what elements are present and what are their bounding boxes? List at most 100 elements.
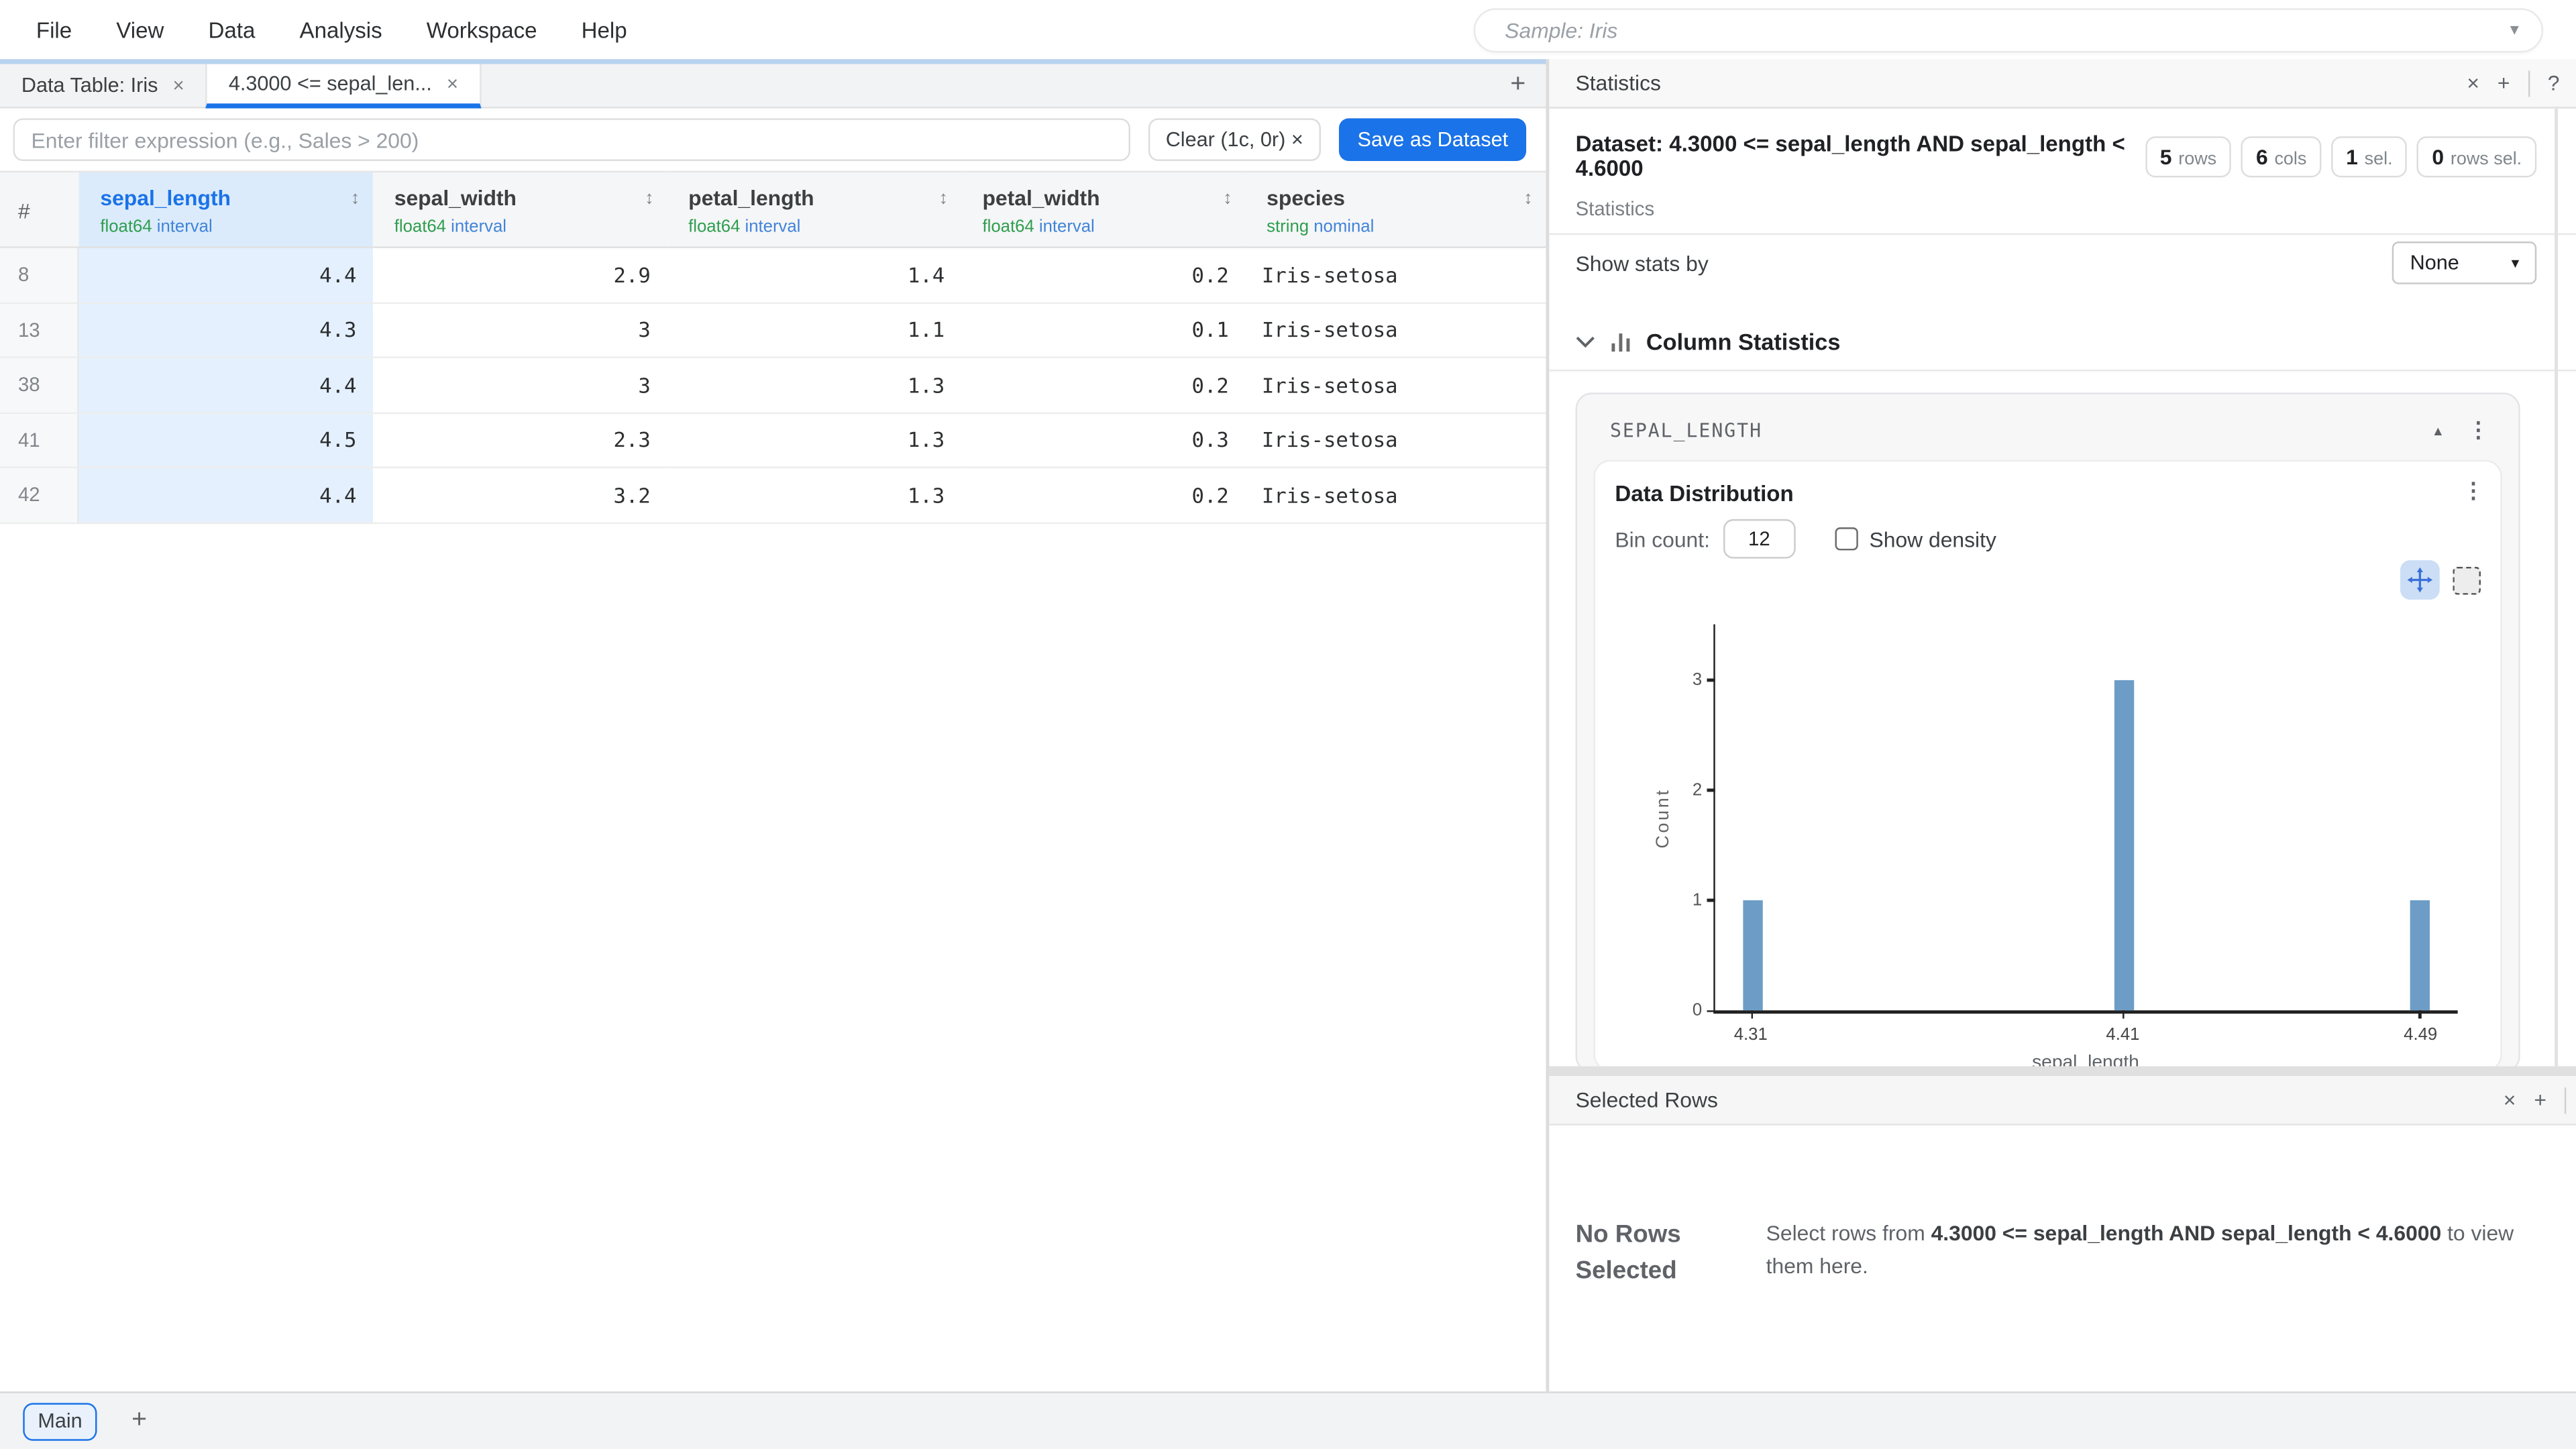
y-tick-label: 2 <box>1693 780 1702 800</box>
row-index[interactable]: 8 <box>0 248 79 303</box>
table-cell[interactable]: Iris-setosa <box>1245 468 1546 523</box>
x-tick-mark <box>1751 1010 1754 1018</box>
table-cell[interactable]: 1.3 <box>667 413 961 468</box>
table-cell[interactable]: 2.3 <box>373 413 667 468</box>
add-workspace-button[interactable]: + <box>131 1406 147 1436</box>
kebab-menu-icon[interactable]: ⋮ <box>2463 478 2484 504</box>
column-kind: interval <box>745 217 800 236</box>
clear-filter-button[interactable]: Clear (1c, 0r) × <box>1148 118 1322 161</box>
menu-items: File View Data Analysis Workspace Help <box>36 17 627 42</box>
column-header-sepal-width[interactable]: sepal_width ↕ float64 interval <box>373 171 667 248</box>
table-cell[interactable]: 1.3 <box>667 358 961 413</box>
table-cell[interactable]: 3 <box>373 358 667 413</box>
tabstrip-spacer <box>481 64 1490 107</box>
filter-expression-input[interactable] <box>13 118 1130 161</box>
save-as-dataset-button[interactable]: Save as Dataset <box>1340 118 1526 161</box>
add-tab-button[interactable]: + <box>1490 64 1546 107</box>
show-stats-by-select[interactable]: None ▼ <box>2392 241 2537 284</box>
work-area: Data Table: Iris × 4.3000 <= sepal_len..… <box>0 59 2576 1391</box>
statistics-panel: Statistics × + ? Dataset: 4.3000 <= sepa… <box>1546 59 2576 1391</box>
bin-count-input[interactable] <box>1723 519 1796 559</box>
histogram-bar[interactable] <box>1742 900 1762 1010</box>
table-cell[interactable]: 1.4 <box>667 248 961 303</box>
tab-filtered-dataset[interactable]: 4.3000 <= sepal_len... × <box>206 64 482 109</box>
collapse-icon[interactable]: ▲ <box>2432 423 2445 438</box>
selected-rows-title: Selected Rows <box>1576 1087 1718 1112</box>
sort-icon: ↕ <box>1523 188 1532 207</box>
add-icon[interactable]: + <box>2498 70 2510 95</box>
close-icon[interactable]: × <box>447 72 458 95</box>
add-icon[interactable]: + <box>2534 1087 2546 1112</box>
kebab-menu-icon[interactable]: ⋮ <box>2467 417 2489 443</box>
cols-badge: 6cols <box>2241 136 2322 176</box>
close-icon[interactable]: × <box>2504 1087 2516 1112</box>
tab-label: 4.3000 <= sepal_len... <box>229 72 432 95</box>
menu-item-view[interactable]: View <box>116 17 164 42</box>
y-tick-mark <box>1707 1010 1715 1012</box>
table-cell[interactable]: Iris-setosa <box>1245 248 1546 303</box>
menu-bar: File View Data Analysis Workspace Help S… <box>0 0 2576 59</box>
table-cell[interactable]: 3.2 <box>373 468 667 523</box>
panel-scrollbar[interactable] <box>2555 109 2558 1067</box>
menu-item-file[interactable]: File <box>36 17 72 42</box>
table-cell[interactable]: 0.2 <box>961 248 1246 303</box>
no-rows-selected-message: Select rows from 4.3000 <= sepal_length … <box>1766 1218 2537 1392</box>
close-icon[interactable]: × <box>2467 70 2479 95</box>
table-cell[interactable]: 0.2 <box>961 468 1246 523</box>
table-cell[interactable]: 0.1 <box>961 303 1246 358</box>
table-cell[interactable]: 1.3 <box>667 468 961 523</box>
y-tick-mark <box>1707 899 1715 902</box>
menu-item-data[interactable]: Data <box>209 17 256 42</box>
table-cell[interactable]: 1.1 <box>667 303 961 358</box>
table-cell[interactable]: 3 <box>373 303 667 358</box>
row-index[interactable]: 42 <box>0 468 79 523</box>
tab-data-table-iris[interactable]: Data Table: Iris × <box>0 64 206 107</box>
row-index[interactable]: 41 <box>0 413 79 468</box>
table-cell[interactable]: 4.4 <box>79 468 373 523</box>
table-cell[interactable]: 4.4 <box>79 358 373 413</box>
main-area: Data Table: Iris × 4.3000 <= sepal_len..… <box>0 59 1546 1391</box>
row-index[interactable]: 13 <box>0 303 79 358</box>
panel-splitter[interactable] <box>1549 1066 2576 1076</box>
show-density-checkbox[interactable] <box>1835 527 1858 550</box>
close-icon[interactable]: × <box>173 74 184 97</box>
column-type: float64 <box>982 217 1034 236</box>
menu-item-help[interactable]: Help <box>582 17 627 42</box>
row-index[interactable]: 38 <box>0 358 79 413</box>
x-axis-label: sepal_length <box>1713 1053 2457 1067</box>
histogram-plot[interactable]: Count 0123 <box>1713 625 2457 1014</box>
column-kind: interval <box>157 217 213 236</box>
workspace-tab-main[interactable]: Main <box>23 1402 97 1440</box>
no-rows-selected-title: No Rows Selected <box>1576 1218 1733 1392</box>
pan-tool-button[interactable] <box>2400 560 2440 600</box>
sort-icon: ↕ <box>351 188 360 207</box>
column-header-sepal-length[interactable]: sepal_length ↕ float64 interval <box>79 171 373 248</box>
table-cell[interactable]: 0.3 <box>961 413 1246 468</box>
help-icon[interactable]: ? <box>2548 70 2560 95</box>
column-card-sepal-length: SEPAL_LENGTH ▲ ⋮ ⋮ Data Distribution Bin… <box>1576 392 2520 1066</box>
sort-icon: ↕ <box>645 188 653 207</box>
histogram-bar[interactable] <box>2411 900 2430 1010</box>
table-cell[interactable]: 4.4 <box>79 248 373 303</box>
table-cell[interactable]: 2.9 <box>373 248 667 303</box>
menu-item-workspace[interactable]: Workspace <box>427 17 537 42</box>
app-window: File View Data Analysis Workspace Help S… <box>0 0 2576 1449</box>
box-select-tool-button[interactable] <box>2453 566 2481 594</box>
column-header-petal-length[interactable]: petal_length ↕ float64 interval <box>667 171 961 248</box>
histogram-bar[interactable] <box>2114 680 2133 1010</box>
column-header-species[interactable]: species ↕ string nominal <box>1245 171 1546 248</box>
table-cell[interactable]: Iris-setosa <box>1245 358 1546 413</box>
table-cell[interactable]: Iris-setosa <box>1245 303 1546 358</box>
column-header-petal-width[interactable]: petal_width ↕ float64 interval <box>961 171 1246 248</box>
histogram: Count 0123 4.314.414.49 sepal_length <box>1615 625 2481 1067</box>
column-name: sepal_width <box>394 186 517 211</box>
menu-item-analysis[interactable]: Analysis <box>300 17 382 42</box>
dataset-selector[interactable]: Sample: Iris ▼ <box>1474 7 2543 52</box>
selected-rows-badge: 0rows sel. <box>2417 136 2536 176</box>
collapse-chevron-icon[interactable] <box>1576 335 1595 349</box>
table-cell[interactable]: Iris-setosa <box>1245 413 1546 468</box>
table-cell[interactable]: 4.3 <box>79 303 373 358</box>
divider <box>2565 1087 2566 1113</box>
table-cell[interactable]: 4.5 <box>79 413 373 468</box>
table-cell[interactable]: 0.2 <box>961 358 1246 413</box>
